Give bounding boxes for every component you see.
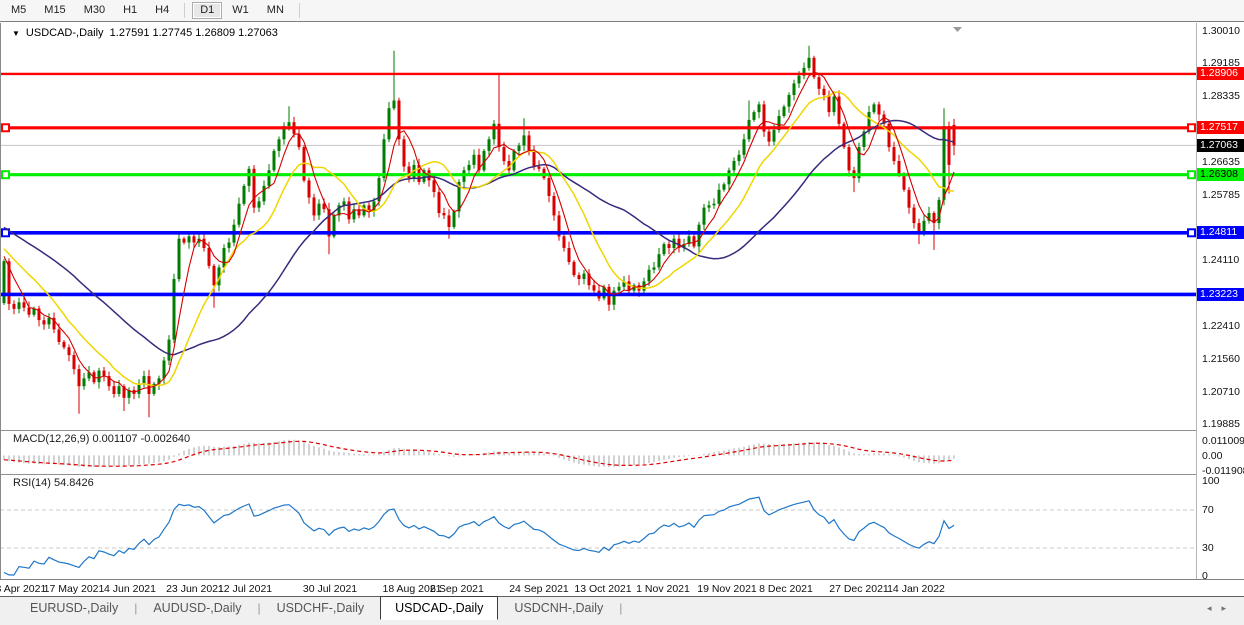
macd-axis-label: 0.00 (1202, 450, 1222, 462)
macd-axis-label: 0.011009 (1202, 435, 1244, 447)
symbol-tab-usdcnhdaily[interactable]: USDCNH-,Daily (498, 597, 619, 620)
y-axis-label: 1.30010 (1202, 25, 1240, 37)
tab-scroll-right-icon[interactable]: ▸ (1221, 603, 1236, 613)
x-axis-label: 24 Sep 2021 (509, 583, 569, 595)
x-axis-label: 13 Oct 2021 (574, 583, 631, 595)
tab-scroll-arrows[interactable]: ◂▸ (1207, 603, 1236, 614)
symbol-tab-audusddaily[interactable]: AUDUSD-,Daily (137, 597, 257, 620)
timeframe-toolbar: M5M15M30H1H4 D1W1MN (0, 0, 1244, 21)
chart-shift-marker (953, 27, 962, 32)
rsi-axis-label: 0 (1202, 570, 1208, 582)
timeframe-button-D1[interactable]: D1 (192, 2, 222, 19)
line-price-label: 1.28906 (1197, 67, 1244, 80)
x-axis-label: 12 Jul 2021 (218, 583, 272, 595)
hline-handle[interactable] (1188, 229, 1195, 236)
timeframe-button-H4[interactable]: H4 (147, 2, 177, 19)
line-price-label: 1.27517 (1197, 121, 1244, 134)
chart-ohlc-values: 1.27591 1.27745 1.26809 1.27063 (110, 27, 278, 39)
hline-handle[interactable] (1188, 124, 1195, 131)
hline-handle[interactable] (2, 124, 9, 131)
x-axis-label: 17 May 2021 (44, 583, 105, 595)
tab-scroll-left-icon[interactable]: ◂ (1207, 603, 1222, 613)
line-price-label: 1.26308 (1197, 168, 1244, 181)
chart-window: ▼ USDCAD-,Daily 1.27591 1.27745 1.26809 1… (0, 21, 1244, 596)
current-price-label: 1.27063 (1197, 139, 1244, 152)
y-axis-label: 1.26635 (1202, 156, 1240, 168)
toolbar-separator (299, 3, 300, 18)
x-axis-label: 14 Jan 2022 (887, 583, 945, 595)
line-price-label: 1.23223 (1197, 288, 1244, 301)
symbol-tab-eurusddaily[interactable]: EURUSD-,Daily (14, 597, 134, 620)
toolbar-separator (184, 3, 185, 18)
hline-handle[interactable] (1188, 171, 1195, 178)
chart-symbol-label: USDCAD-,Daily (26, 27, 104, 39)
timeframe-button-M5[interactable]: M5 (3, 2, 34, 19)
timeframe-button-W1[interactable]: W1 (224, 2, 257, 19)
macd-indicator-label: MACD(12,26,9) 0.001107 -0.002640 (13, 433, 190, 445)
x-axis-label: 30 Jul 2021 (303, 583, 357, 595)
rsi-axis-label: 100 (1202, 475, 1220, 487)
date-axis: 28 Apr 202117 May 20214 Jun 2021 23 Jun 2… (0, 579, 1244, 596)
line-price-label: 1.24811 (1197, 226, 1244, 239)
rsi-indicator-label: RSI(14) 54.8426 (13, 477, 94, 489)
x-axis-label: 4 Jun 2021 (104, 583, 156, 595)
x-axis-label: 23 Jun 2021 (166, 583, 224, 595)
tab-separator: | (619, 601, 622, 615)
symbol-tab-usdchfdaily[interactable]: USDCHF-,Daily (261, 597, 381, 620)
timeframe-button-M30[interactable]: M30 (76, 2, 113, 19)
x-axis-label: 19 Nov 2021 (697, 583, 757, 595)
symbol-dropdown-icon[interactable]: ▼ (12, 29, 20, 38)
x-axis-label: 28 Apr 2021 (0, 583, 46, 595)
price-axis (1196, 23, 1244, 579)
timeframe-button-MN[interactable]: MN (259, 2, 292, 19)
y-axis-label: 1.20710 (1202, 386, 1240, 398)
timeframe-button-M15[interactable]: M15 (36, 2, 73, 19)
y-axis-label: 1.22410 (1202, 320, 1240, 332)
hline-handle[interactable] (2, 171, 9, 178)
symbol-tab-bar: EURUSD-,Daily|AUDUSD-,Daily|USDCHF-,Dail… (0, 596, 1244, 625)
symbol-tab-usdcaddaily[interactable]: USDCAD-,Daily (380, 596, 498, 620)
timeframe-button-H1[interactable]: H1 (115, 2, 145, 19)
rsi-axis-label: 70 (1202, 504, 1214, 516)
chart-title: ▼ USDCAD-,Daily 1.27591 1.27745 1.26809 1… (12, 27, 278, 39)
y-axis-label: 1.19885 (1202, 418, 1240, 430)
y-axis-label: 1.25785 (1202, 189, 1240, 201)
y-axis-label: 1.24110 (1202, 254, 1239, 266)
rsi-axis-label: 30 (1202, 542, 1214, 554)
x-axis-label: 1 Nov 2021 (636, 583, 690, 595)
chart-canvas[interactable] (0, 23, 1196, 579)
y-axis-label: 1.28335 (1202, 90, 1240, 102)
x-axis-label: 27 Dec 2021 (829, 583, 889, 595)
x-axis-label: 6 Sep 2021 (430, 583, 484, 595)
y-axis-label: 1.21560 (1202, 353, 1240, 365)
x-axis-label: 8 Dec 2021 (759, 583, 813, 595)
